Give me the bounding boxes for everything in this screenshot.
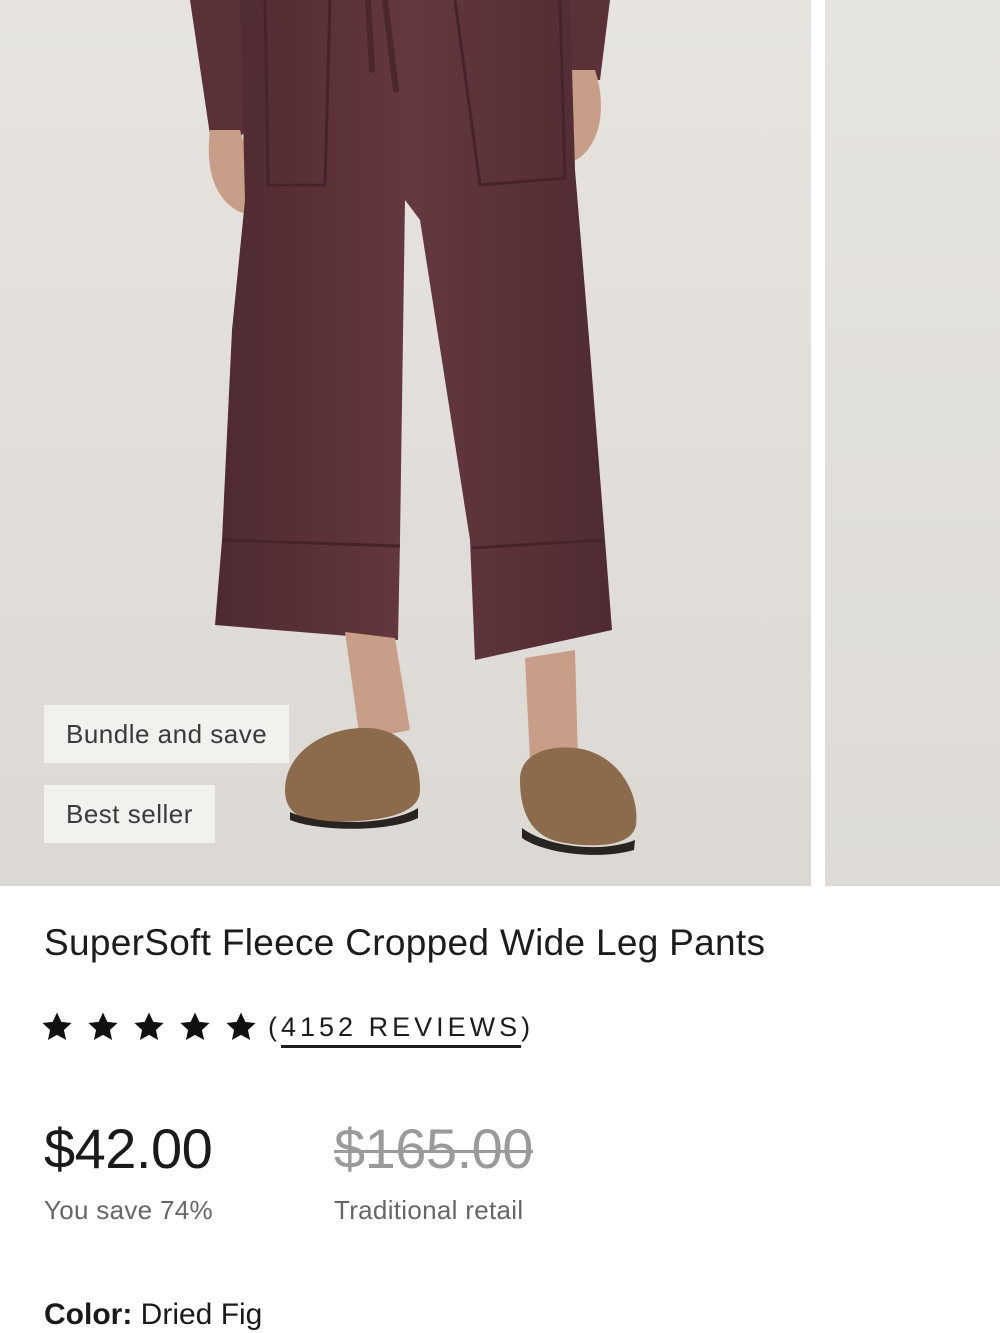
star-icon bbox=[42, 1012, 72, 1041]
star-icon bbox=[134, 1012, 164, 1041]
star-icon bbox=[88, 1012, 118, 1041]
reviews-count: (4152 REVIEWS) bbox=[268, 1011, 535, 1048]
badge-best-seller: Best seller bbox=[44, 785, 215, 843]
sale-price: $42.00 bbox=[44, 1117, 213, 1180]
product-image-main[interactable]: Bundle and save Best seller bbox=[0, 0, 811, 886]
reviews-suffix: ) bbox=[521, 1011, 535, 1042]
color-label: Color: bbox=[44, 1298, 133, 1331]
reviews-link[interactable]: 4152 REVIEWS bbox=[281, 1011, 522, 1048]
product-image-gallery[interactable]: Bundle and save Best seller bbox=[0, 0, 1000, 886]
badge-bundle-and-save: Bundle and save bbox=[44, 705, 290, 763]
retail-price: $165.00 bbox=[334, 1117, 533, 1180]
product-image-next[interactable] bbox=[825, 0, 1000, 886]
color-selection: Color: Dried Fig bbox=[44, 1298, 262, 1332]
savings-text: You save 74% bbox=[44, 1195, 213, 1225]
rating-row: (4152 REVIEWS) bbox=[40, 1010, 535, 1048]
product-title: SuperSoft Fleece Cropped Wide Leg Pants bbox=[44, 922, 766, 963]
star-icon bbox=[226, 1012, 256, 1041]
color-value: Dried Fig bbox=[140, 1298, 263, 1331]
retail-label: Traditional retail bbox=[334, 1195, 524, 1225]
reviews-prefix: ( bbox=[268, 1011, 281, 1042]
star-icon bbox=[180, 1012, 210, 1041]
